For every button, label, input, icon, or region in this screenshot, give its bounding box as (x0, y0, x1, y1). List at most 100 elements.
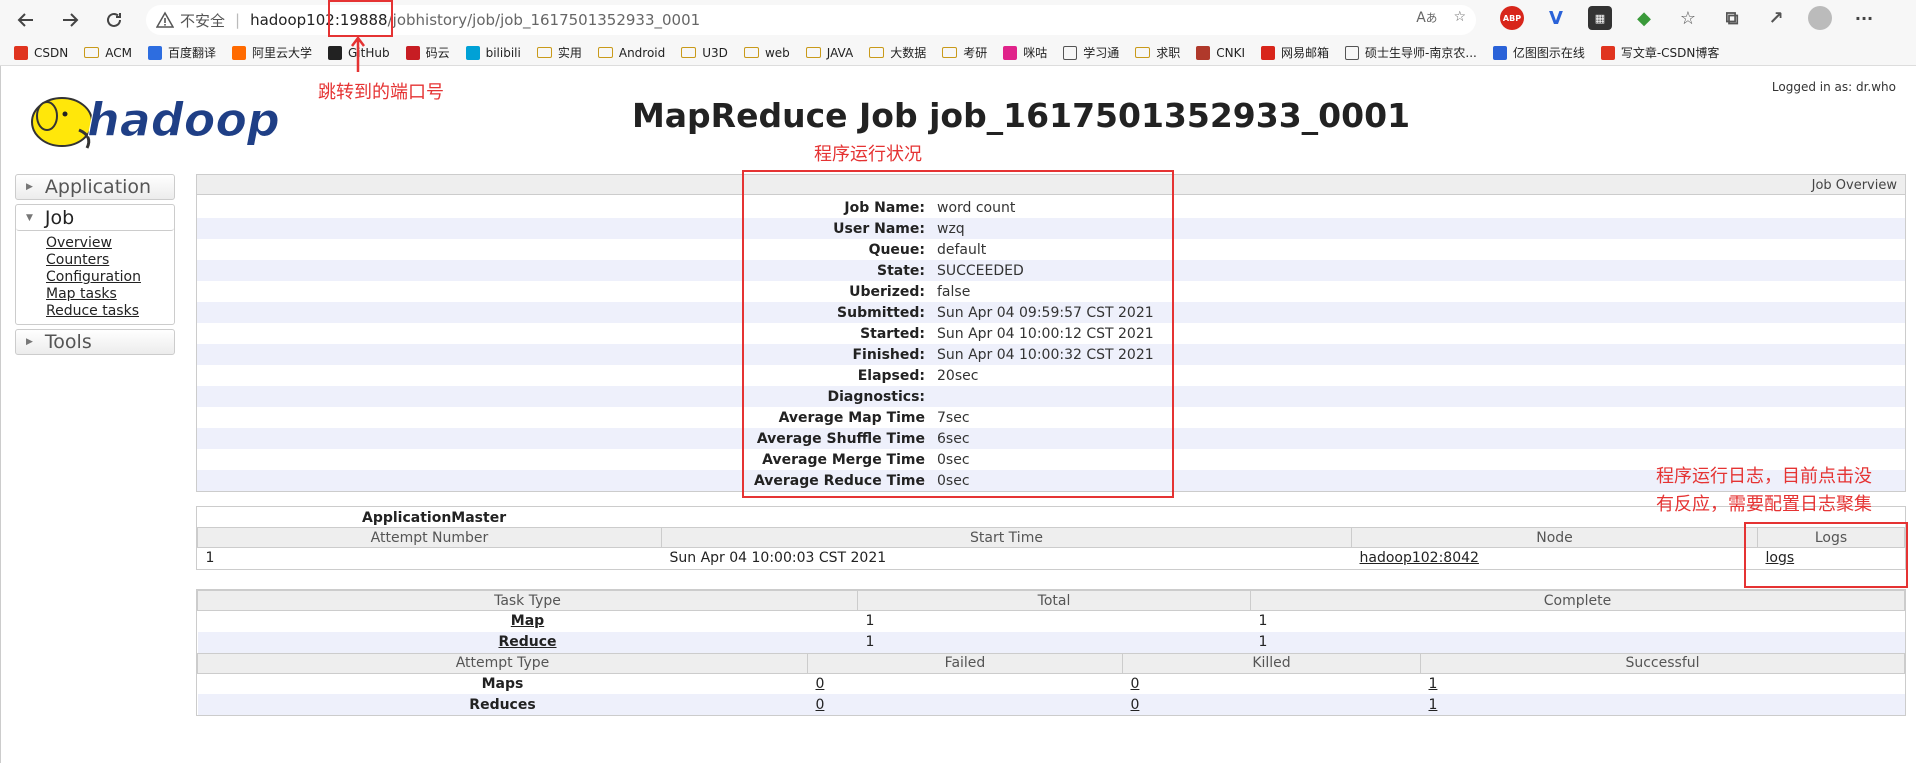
reduces-failed-link[interactable]: 0 (816, 697, 825, 713)
extension-green-icon[interactable]: ◆ (1632, 6, 1656, 30)
sidebar-job-link-map-tasks[interactable]: Map tasks (46, 286, 174, 303)
sidebar-job-group: ▼ Job Overview Counters Configuration Map t… (15, 204, 175, 325)
failed-header: Failed (807, 652, 1123, 674)
bilibili-icon (465, 45, 480, 60)
sidebar-job-label: Job (44, 206, 75, 229)
bookmark-label: JAVA (826, 45, 854, 60)
sidebar-application[interactable]: ▶ Application (15, 174, 175, 200)
bookmark-item[interactable]: 学习通 (1063, 44, 1119, 61)
warning-icon (156, 11, 174, 28)
share-icon[interactable]: ↗ (1764, 6, 1788, 30)
folder-icon (743, 47, 759, 58)
bookmark-item[interactable]: JAVA (805, 45, 854, 60)
bookmark-item[interactable]: 实用 (536, 44, 582, 61)
logged-in-user: Logged in as: dr.who (1771, 80, 1896, 94)
maps-killed-link[interactable]: 0 (1131, 676, 1140, 692)
bookmark-label: 百度翻译 (167, 46, 216, 60)
bookmark-label: bilibili (485, 45, 521, 60)
sidebar-job[interactable]: ▼ Job (16, 205, 174, 231)
log-annotation-line2: 有反应，需要配置日志聚集 (1656, 494, 1872, 515)
bookmark-item[interactable]: CSDN (14, 45, 68, 60)
forward-arrow-icon (63, 13, 79, 27)
extension-box-icon[interactable]: ▦ (1588, 6, 1612, 30)
bookmark-item[interactable]: 咪咕 (1003, 44, 1047, 61)
abp-icon[interactable]: ABP (1500, 6, 1524, 30)
bookmark-item[interactable]: 码云 (405, 44, 450, 61)
reduces-killed-link[interactable]: 0 (1131, 697, 1140, 713)
reduces-successful-link[interactable]: 1 (1429, 697, 1438, 713)
bookmark-item[interactable]: CNKI (1196, 45, 1245, 60)
bookmark-item[interactable]: 亿图图示在线 (1492, 44, 1585, 61)
attempt-type-header: Attempt Type (197, 652, 808, 674)
reload-button[interactable] (96, 2, 132, 38)
bookmark-item[interactable]: bilibili (465, 45, 521, 60)
sidebar-tools[interactable]: ▶ Tools (15, 329, 175, 355)
bookmark-item[interactable]: 网易邮箱 (1261, 44, 1329, 61)
bookmark-item[interactable]: U3D (681, 46, 728, 60)
node-link[interactable]: hadoop102:8042 (1360, 550, 1479, 566)
address-separator: | (235, 11, 241, 29)
reduce-total: 1 (865, 634, 875, 650)
map-complete: 1 (1258, 613, 1268, 630)
application-master-title: ApplicationMaster (362, 510, 507, 526)
sidebar-job-link-counters[interactable]: Counters (46, 252, 174, 269)
bookmark-item[interactable]: 硕士生导师-南京农... (1345, 44, 1477, 61)
bookmark-label: 写文章-CSDN博客 (1620, 46, 1720, 60)
github-icon (327, 45, 342, 60)
triangle-right-icon: ▶ (26, 182, 33, 192)
bookmark-label: 亿图图示在线 (1512, 46, 1585, 60)
killed-header: Killed (1122, 652, 1421, 674)
task-summary-panel: Task Type Total Complete Map 1 1 Reduce … (196, 589, 1906, 716)
bookmark-item[interactable]: 百度翻译 (147, 44, 216, 61)
folder-icon (805, 47, 821, 58)
table-row: 1 Sun Apr 04 10:00:03 CST 2021 hadoop102… (198, 548, 1905, 569)
collections-icon[interactable]: ⧉ (1720, 6, 1744, 30)
bookmark-label: 大数据 (890, 46, 927, 60)
bookmark-item[interactable]: web (743, 46, 790, 60)
page-icon (1345, 45, 1360, 60)
folder-icon (681, 47, 697, 58)
hadoop-logo-text: hadoop (87, 93, 280, 147)
extension-v-icon[interactable]: V (1544, 6, 1568, 30)
profile-icon[interactable] (1808, 6, 1832, 30)
application-master-panel: ApplicationMaster Attempt Number Start T… (196, 506, 1906, 570)
bookmark-item[interactable]: 阿里云大学 (231, 44, 312, 61)
maps-successful-link[interactable]: 1 (1429, 676, 1438, 692)
netease-mail-icon (1261, 45, 1276, 60)
logs-highlight-box (1744, 522, 1908, 588)
maps-failed-link[interactable]: 0 (816, 676, 825, 692)
bookmark-label: 阿里云大学 (251, 46, 312, 60)
hadoop-logo: hadoop (31, 93, 280, 149)
attempt-number-header: Attempt Number (197, 527, 662, 548)
bookmark-label: U3D (702, 45, 728, 60)
bookmark-label: 学习通 (1083, 46, 1120, 60)
bookmark-item[interactable]: Android (597, 46, 665, 60)
read-aloud-icon[interactable]: Aあ (1416, 9, 1437, 26)
map-tasks-link[interactable]: Map (511, 613, 544, 629)
bookmark-label: 实用 (557, 46, 582, 60)
bookmark-label: 考研 (963, 46, 988, 60)
bookmark-item[interactable]: 求职 (1135, 44, 1180, 61)
bookmark-label: ACM (105, 45, 132, 60)
back-button[interactable] (8, 2, 44, 38)
sidebar-job-link-configuration[interactable]: Configuration (46, 269, 174, 286)
triangle-right-icon: ▶ (26, 337, 33, 347)
port-annotation: 跳转到的端口号 (318, 82, 444, 103)
table-row: Map 1 1 (198, 611, 1905, 632)
reduce-tasks-link[interactable]: Reduce (498, 634, 556, 650)
url-host: hadoop102 (250, 11, 335, 29)
sidebar-job-link-reduce-tasks[interactable]: Reduce tasks (46, 303, 174, 320)
favorites-icon[interactable]: ☆ (1676, 6, 1700, 30)
gitee-icon (405, 45, 420, 60)
favorite-icon[interactable]: ☆ (1453, 9, 1466, 26)
forward-button[interactable] (52, 2, 88, 38)
bookmark-item[interactable]: 写文章-CSDN博客 (1600, 44, 1720, 61)
more-icon[interactable]: ··· (1852, 6, 1876, 30)
task-table: Task Type Total Complete Map 1 1 Reduce … (197, 590, 1905, 653)
bookmark-item[interactable]: ACM (84, 46, 132, 60)
edraw-icon (1492, 45, 1507, 60)
sidebar-tools-label: Tools (44, 331, 92, 353)
bookmark-item[interactable]: 大数据 (869, 44, 926, 61)
bookmark-item[interactable]: 考研 (942, 44, 987, 61)
sidebar-job-link-overview[interactable]: Overview (46, 235, 174, 252)
